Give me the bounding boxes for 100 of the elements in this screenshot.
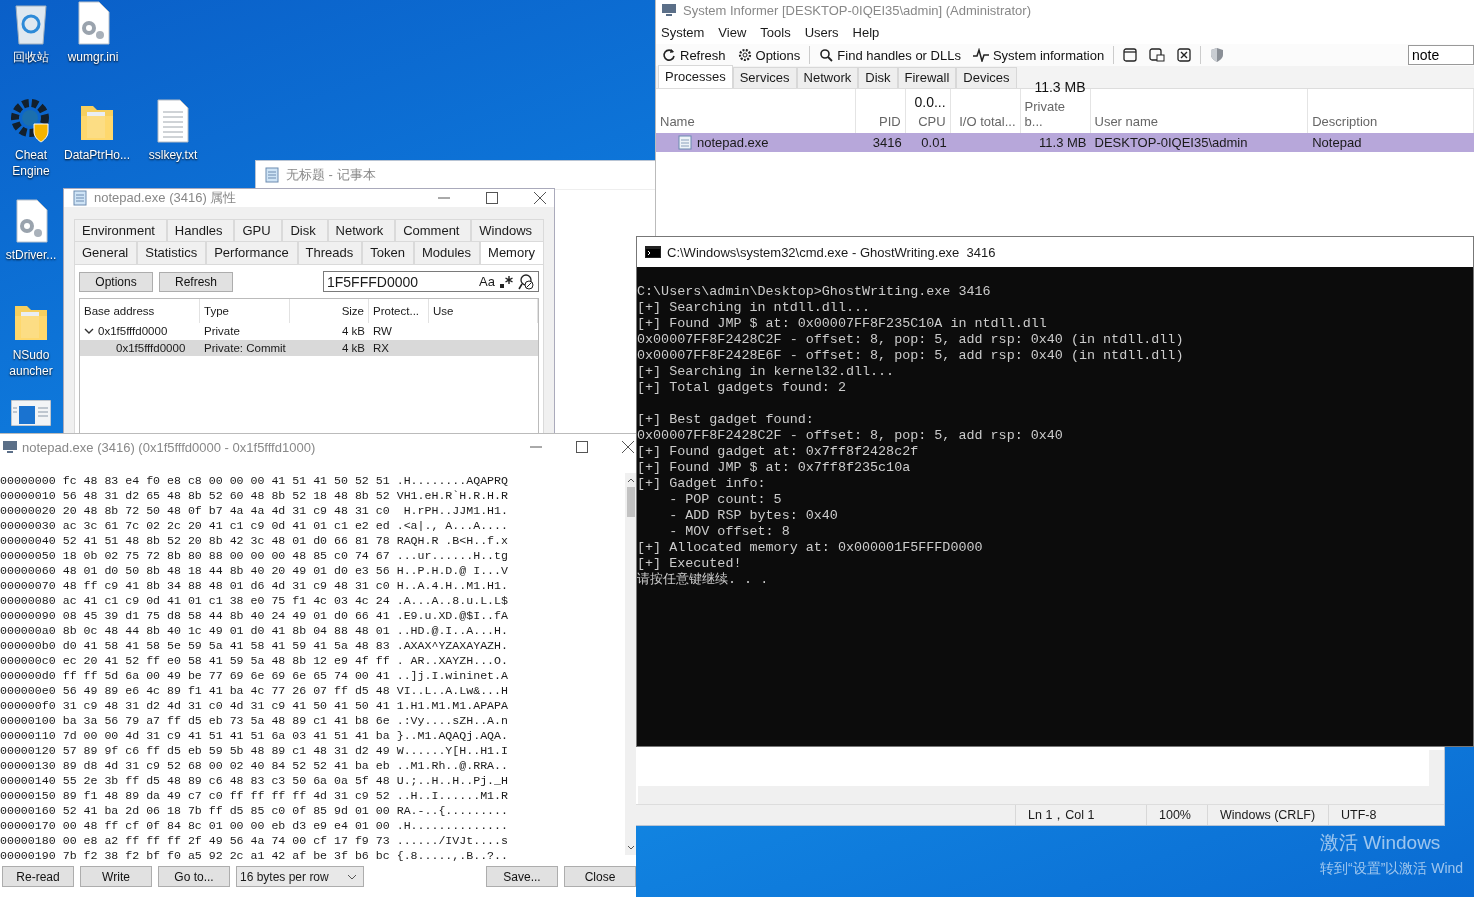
dialog-button[interactable]: Write (80, 866, 152, 888)
dialog-button[interactable]: Save... (486, 866, 558, 888)
column-header[interactable]: PID (879, 114, 901, 129)
ascii-text: ..]j.I.wininet.A (396, 667, 508, 683)
menu-item[interactable]: Tools (760, 24, 791, 40)
toolbar-button[interactable]: Options (734, 47, 804, 63)
desktop-icon-label[interactable]: stDriver... (5, 247, 57, 263)
tab[interactable]: Disk (282, 219, 328, 241)
tab[interactable]: Modules (413, 241, 481, 264)
tab[interactable]: Firewall (897, 67, 957, 88)
memory-row[interactable]: 0x1f5fffd0000 Private 4 kB RW (80, 323, 538, 339)
refresh-icon[interactable] (662, 48, 676, 62)
tab[interactable]: Network (327, 219, 396, 241)
column-header[interactable]: I/O total... (959, 114, 1016, 129)
caret-icon[interactable] (347, 873, 357, 880)
search-field[interactable]: note (1408, 45, 1474, 65)
tab[interactable]: Performance (206, 241, 298, 264)
tab[interactable]: Threads (297, 241, 363, 264)
hex-bytes: 31 c9 48 31 d2 4d 31 c0 4d 31 c9 41 50 41 50 41 (62, 697, 390, 713)
tab[interactable]: Memory (480, 241, 544, 264)
tab[interactable]: Devices (956, 67, 1017, 88)
hex-bytes: 8b 0c 48 44 8b 40 1c 49 01 d0 41 8b 04 88 48 01 (62, 622, 390, 638)
tab[interactable]: Statistics (137, 241, 207, 264)
tab[interactable]: Token (362, 241, 414, 264)
scrollbar[interactable] (1429, 750, 1444, 786)
column-header[interactable]: CPU (918, 114, 946, 129)
toolbar-button[interactable]: Refresh (659, 47, 729, 63)
tab[interactable]: Comment (395, 219, 472, 241)
dialog-button[interactable]: Re-read (2, 866, 74, 888)
column-header[interactable]: Type (200, 299, 290, 323)
regex-icon[interactable] (499, 274, 513, 289)
pulse-icon[interactable] (972, 48, 989, 62)
console-line: [+] Found JMP $ at: 0x00007FF8F235C10A in ntdll.dll (637, 316, 1047, 331)
desktop-icon-label[interactable]: DataPtrHo... (64, 147, 130, 163)
tab[interactable]: Windows (471, 219, 544, 241)
column-header[interactable]: Size (290, 299, 369, 323)
desktop-icon-label[interactable]: Cheat Engine (3, 147, 59, 179)
offset-text: 00000100 (0, 712, 56, 728)
maximize-icon[interactable] (576, 441, 588, 454)
column-header[interactable]: Name (660, 114, 851, 129)
scrollbar[interactable] (638, 786, 1444, 804)
tab[interactable]: Handles (166, 219, 235, 241)
table-cell: 0.01 (921, 135, 947, 150)
dialog-button[interactable]: Close (564, 866, 636, 888)
tab[interactable]: Environment (74, 219, 167, 241)
desktop-icon-label[interactable]: 回收站 (13, 49, 49, 65)
text-file-icon[interactable] (155, 98, 191, 144)
scrollbar[interactable] (625, 472, 636, 855)
toolbar-button[interactable]: Find handles or DLLs (816, 47, 964, 63)
tab[interactable]: General (74, 241, 138, 264)
column-header[interactable]: Private b... (1024, 99, 1086, 129)
tab[interactable]: Services (732, 67, 797, 88)
options-button[interactable]: Options (79, 271, 153, 292)
scroll-up-icon[interactable] (626, 476, 635, 483)
ascii-text: VI..L..A.Lw&...H (396, 682, 508, 698)
column-header[interactable]: Protect... (369, 299, 429, 323)
process-row[interactable]: notepad.exe 3416 0.01 11.3 MB DESKTOP-0IQEI35\admin Notepad (656, 133, 1474, 152)
console-line: [+] Allocated memory at: 0x000001F5FFFD0000 (637, 540, 983, 555)
close-icon[interactable] (534, 192, 546, 204)
tab[interactable]: Processes (658, 65, 733, 88)
column-header[interactable]: Description (1312, 114, 1469, 129)
maximize-icon[interactable] (486, 192, 498, 204)
gear-icon[interactable] (737, 48, 752, 62)
clear-filter-icon[interactable] (517, 272, 535, 291)
desktop-icon-label[interactable]: NSudo auncher (3, 347, 59, 379)
desktop-icon-label[interactable]: wumgr.ini (67, 49, 119, 65)
scroll-thumb[interactable] (626, 486, 635, 517)
window-icon[interactable] (1123, 48, 1138, 62)
activation-title: 激活 Windows (1320, 831, 1442, 855)
close-window-icon[interactable] (1177, 48, 1192, 62)
shield-icon[interactable] (1210, 47, 1225, 63)
tab[interactable]: Disk (858, 67, 898, 88)
desktop-icon-label[interactable]: sslkey.txt (148, 147, 198, 163)
tab[interactable]: Network (796, 67, 859, 88)
column-header[interactable]: Base address (80, 299, 200, 323)
column-header[interactable]: Use (429, 299, 538, 323)
menu-item[interactable]: Help (852, 24, 880, 40)
bytes-per-row-dropdown[interactable]: 16 bytes per row (236, 866, 364, 888)
hex-bytes: 00 e8 a2 ff ff ff 2f 49 56 4a 74 00 cf 17 f9 73 (62, 832, 390, 848)
offset-text: 00000180 (0, 832, 56, 848)
toolbar-button[interactable]: System information (969, 47, 1108, 63)
scroll-down-icon[interactable] (626, 844, 635, 851)
chevron-icon[interactable] (84, 327, 94, 335)
console-line: - POP count: 5 (668, 492, 782, 507)
column-header[interactable]: User name (1094, 114, 1304, 129)
menu-item[interactable]: View (718, 24, 747, 40)
close-icon[interactable] (622, 441, 634, 454)
gear-shield-icon[interactable] (10, 98, 52, 144)
window-thumbnail-icon[interactable] (11, 400, 51, 426)
filter-field[interactable]: 1F5FFFD0000 Aa (323, 271, 539, 292)
dialog-button[interactable]: Go to... (158, 866, 230, 888)
memory-row[interactable]: 0x1f5fffd0000 Private: Commit 4 kB RX (80, 340, 538, 356)
refresh-button[interactable]: Refresh (159, 271, 233, 292)
search-icon[interactable] (819, 48, 834, 62)
window-title: C:\Windows\system32\cmd.exe - GhostWriting.exe 3416 (667, 244, 996, 260)
case-toggle[interactable]: Aa (479, 274, 495, 289)
table-cell: 4 kB (342, 342, 365, 354)
tab[interactable]: GPU (234, 219, 283, 241)
menu-item[interactable]: System (661, 24, 705, 40)
menu-item[interactable]: Users (804, 24, 839, 40)
